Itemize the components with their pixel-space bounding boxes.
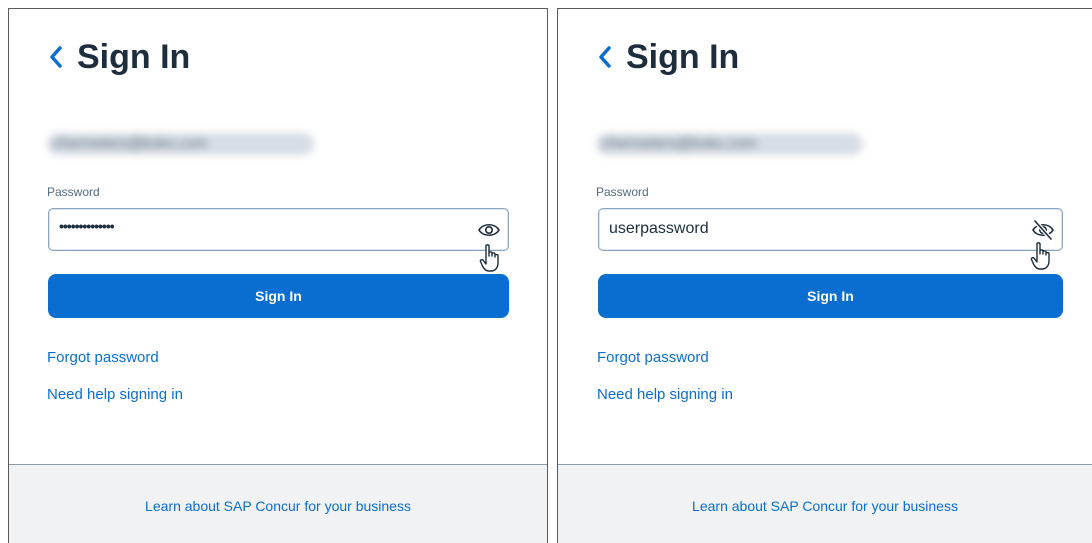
eye-slash-icon[interactable] xyxy=(1030,217,1056,243)
footer: Learn about SAP Concur for your business xyxy=(558,464,1092,543)
back-chevron-icon[interactable] xyxy=(596,44,614,70)
forgot-password-link[interactable]: Forgot password xyxy=(597,349,709,366)
footer: Learn about SAP Concur for your business xyxy=(9,464,547,543)
learn-about-sap-concur-link[interactable]: Learn about SAP Concur for your business xyxy=(145,498,411,516)
eye-icon[interactable] xyxy=(476,217,502,243)
header: Sign In xyxy=(47,37,190,77)
email-display-blurred: chermeters@koko.com xyxy=(47,133,314,155)
page-title: Sign In xyxy=(626,38,740,76)
signin-panel-password-hidden: Sign In chermeters@koko.com Password •••… xyxy=(8,8,548,543)
password-plain-value: userpassword xyxy=(609,220,709,237)
header: Sign In xyxy=(596,37,739,77)
signin-button[interactable]: Sign In xyxy=(48,274,509,318)
password-label: Password xyxy=(47,185,100,199)
hand-pointer-cursor-icon xyxy=(1030,242,1050,270)
page-title: Sign In xyxy=(77,38,191,76)
hand-pointer-cursor-icon xyxy=(479,244,499,272)
signin-panel-password-shown: Sign In chermeters@koko.com Password use… xyxy=(557,8,1092,543)
need-help-link[interactable]: Need help signing in xyxy=(597,386,733,403)
forgot-password-link[interactable]: Forgot password xyxy=(47,349,159,366)
email-display-blurred: chermeters@koko.com xyxy=(596,133,863,155)
password-input[interactable]: •••••••••••••• xyxy=(48,208,509,251)
password-masked-value: •••••••••••••• xyxy=(59,218,115,234)
signin-button[interactable]: Sign In xyxy=(598,274,1063,318)
learn-about-sap-concur-link[interactable]: Learn about SAP Concur for your business xyxy=(692,498,958,516)
password-label: Password xyxy=(596,185,649,199)
password-input[interactable]: userpassword xyxy=(598,208,1063,251)
need-help-link[interactable]: Need help signing in xyxy=(47,386,183,403)
back-chevron-icon[interactable] xyxy=(47,44,65,70)
